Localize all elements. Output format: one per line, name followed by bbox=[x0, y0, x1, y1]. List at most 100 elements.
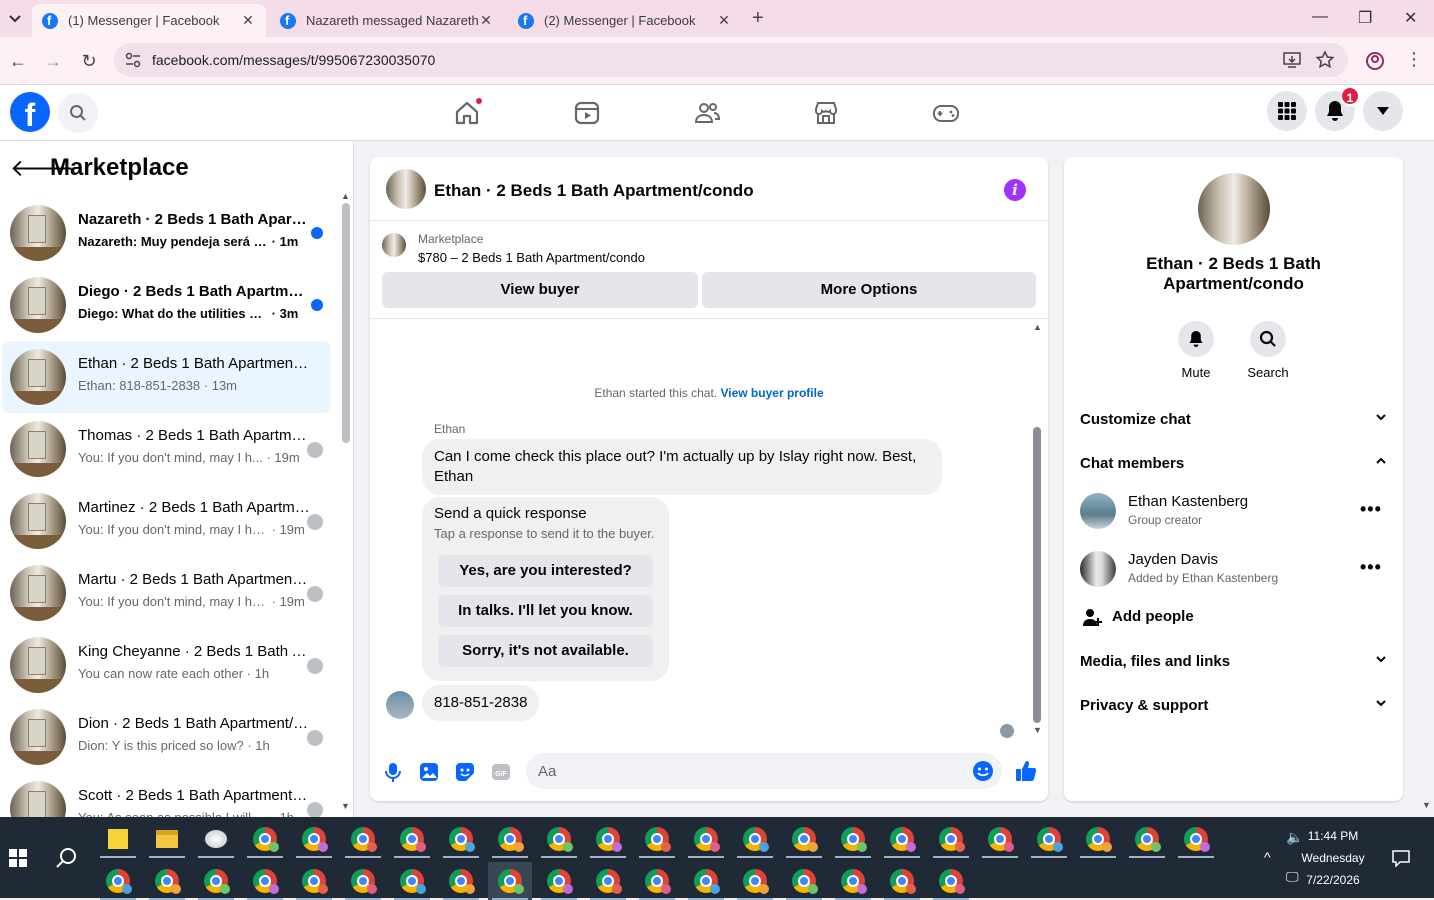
facebook-logo-icon[interactable]: f bbox=[10, 92, 50, 133]
media-files-row[interactable]: Media, files and links bbox=[1080, 653, 1387, 670]
conversation-item[interactable]: Scott · 2 Beds 1 Bath Apartment/condo You… bbox=[2, 773, 331, 817]
listing-price[interactable]: $780 – 2 Beds 1 Bath Apartment/condo bbox=[418, 250, 645, 265]
taskbar-chrome-window[interactable] bbox=[586, 820, 630, 858]
search-in-conversation-button[interactable] bbox=[1250, 321, 1286, 357]
account-menu-button[interactable] bbox=[1363, 91, 1403, 131]
avatar[interactable] bbox=[10, 421, 66, 477]
clock-day[interactable]: Wednesday bbox=[1300, 851, 1366, 865]
emoji-icon[interactable] bbox=[972, 760, 994, 782]
system-tray-chevron-icon[interactable]: ^ bbox=[1264, 849, 1271, 865]
close-tab-icon[interactable]: ✕ bbox=[240, 12, 256, 29]
more-options-icon[interactable]: ••• bbox=[1360, 499, 1382, 520]
taskbar-chrome-window[interactable] bbox=[390, 820, 434, 858]
taskbar-chrome-window[interactable] bbox=[390, 862, 434, 900]
taskbar-chrome-window[interactable] bbox=[292, 820, 336, 858]
view-buyer-button[interactable]: View buyer bbox=[382, 272, 698, 308]
taskbar-chrome-window[interactable] bbox=[880, 820, 924, 858]
chat-title[interactable]: Ethan · 2 Beds 1 Bath Apartment/condo bbox=[434, 181, 754, 201]
avatar[interactable] bbox=[10, 205, 66, 261]
gaming-icon[interactable] bbox=[932, 99, 960, 127]
back-arrow-icon[interactable]: 🡐 bbox=[10, 153, 74, 183]
avatar[interactable] bbox=[10, 493, 66, 549]
taskbar-chrome-window[interactable] bbox=[243, 862, 287, 900]
search-icon[interactable] bbox=[55, 847, 77, 869]
quick-response-option[interactable]: Yes, are you interested? bbox=[438, 555, 653, 587]
facebook-search-button[interactable] bbox=[58, 93, 98, 133]
taskbar-chrome-window[interactable] bbox=[929, 820, 973, 858]
install-app-icon[interactable] bbox=[1282, 50, 1302, 70]
mute-button[interactable] bbox=[1178, 321, 1214, 357]
taskbar-chrome-window[interactable] bbox=[439, 862, 483, 900]
network-icon[interactable]: 🖵 bbox=[1286, 869, 1299, 885]
avatar[interactable] bbox=[10, 349, 66, 405]
taskbar-chrome-window[interactable] bbox=[978, 820, 1022, 858]
bookmark-star-icon[interactable] bbox=[1315, 50, 1335, 70]
page-scroll-down-arrow-icon[interactable]: ▼ bbox=[1422, 800, 1431, 810]
taskbar-chrome-window[interactable] bbox=[880, 862, 924, 900]
taskbar-chrome-window[interactable] bbox=[341, 862, 385, 900]
conversation-item[interactable]: Ethan · 2 Beds 1 Bath Apartment/condo Eth… bbox=[2, 341, 331, 413]
restore-icon[interactable]: ❐ bbox=[1358, 8, 1372, 28]
scroll-down-arrow-icon[interactable]: ▼ bbox=[341, 801, 350, 811]
address-bar[interactable]: facebook.com/messages/t/995067230035070 bbox=[114, 43, 1348, 77]
avatar[interactable] bbox=[10, 709, 66, 765]
conversation-avatar[interactable] bbox=[1198, 173, 1270, 245]
new-tab-icon[interactable]: + bbox=[752, 7, 764, 30]
conversation-item[interactable]: Martinez · 2 Beds 1 Bath Apartment/condo… bbox=[2, 485, 331, 557]
thumbs-up-icon[interactable] bbox=[1014, 759, 1038, 783]
back-icon[interactable]: ← bbox=[6, 49, 30, 73]
search-action[interactable]: Search bbox=[1236, 321, 1300, 380]
taskbar-chrome-window[interactable] bbox=[488, 820, 532, 858]
member-row[interactable]: Jayden Davis Added by Ethan Kastenberg •… bbox=[1080, 549, 1387, 593]
scroll-up-arrow-icon[interactable]: ▲ bbox=[1033, 322, 1042, 332]
chat-members-row[interactable]: Chat members bbox=[1080, 455, 1387, 472]
taskbar-chrome-window[interactable] bbox=[929, 862, 973, 900]
video-icon[interactable] bbox=[573, 99, 601, 127]
taskbar-chrome-window[interactable] bbox=[782, 862, 826, 900]
taskbar-chrome-window[interactable] bbox=[243, 820, 287, 858]
taskbar-chrome-window[interactable] bbox=[733, 820, 777, 858]
taskbar-chrome-window[interactable] bbox=[194, 862, 238, 900]
browser-tab-1[interactable]: (1) Messenger | Facebook ✕ bbox=[32, 4, 266, 37]
taskbar-chrome-window[interactable] bbox=[488, 862, 532, 900]
quick-response-option[interactable]: In talks. I'll let you know. bbox=[438, 595, 653, 627]
taskbar-chrome-window[interactable] bbox=[439, 820, 483, 858]
avatar[interactable] bbox=[10, 781, 66, 817]
taskbar-chrome-window[interactable] bbox=[292, 862, 336, 900]
view-buyer-profile-link[interactable]: View buyer profile bbox=[720, 386, 823, 400]
scroll-up-arrow-icon[interactable]: ▲ bbox=[341, 191, 350, 201]
taskbar-sticky-notes[interactable] bbox=[96, 820, 140, 858]
reload-icon[interactable]: ↻ bbox=[77, 49, 101, 73]
taskbar-chrome-window[interactable] bbox=[96, 862, 140, 900]
add-people-row[interactable]: Add people bbox=[1080, 608, 1387, 626]
sidebar-scrollbar[interactable] bbox=[342, 203, 350, 443]
taskbar-chrome-window[interactable] bbox=[782, 820, 826, 858]
site-settings-icon[interactable] bbox=[124, 51, 142, 69]
conversation-item[interactable]: Thomas · 2 Beds 1 Bath Apartment/condo Yo… bbox=[2, 413, 331, 485]
avatar[interactable] bbox=[1080, 493, 1116, 529]
forward-icon[interactable]: → bbox=[41, 49, 65, 73]
conversation-item[interactable]: Martu · 2 Beds 1 Bath Apartment/condo You… bbox=[2, 557, 331, 629]
close-window-icon[interactable]: ✕ bbox=[1404, 8, 1417, 28]
taskbar-chrome-window[interactable] bbox=[831, 862, 875, 900]
windows-start-icon[interactable] bbox=[9, 849, 27, 867]
quick-response-option[interactable]: Sorry, it's not available. bbox=[438, 635, 653, 667]
avatar[interactable] bbox=[10, 277, 66, 333]
taskbar-chrome-window[interactable] bbox=[635, 820, 679, 858]
taskbar-chrome-window[interactable] bbox=[1174, 820, 1218, 858]
profile-icon[interactable] bbox=[1365, 51, 1385, 71]
taskbar-chrome-window[interactable] bbox=[145, 862, 189, 900]
chat-scrollbar[interactable] bbox=[1033, 427, 1041, 723]
chat-avatar[interactable] bbox=[386, 169, 426, 209]
gif-icon[interactable]: GIF bbox=[490, 761, 512, 783]
taskbar-chrome-window[interactable] bbox=[635, 862, 679, 900]
taskbar-file-explorer[interactable] bbox=[145, 820, 189, 858]
taskbar-chrome-window[interactable] bbox=[586, 862, 630, 900]
info-icon[interactable]: i bbox=[1004, 179, 1026, 201]
customize-chat-row[interactable]: Customize chat bbox=[1080, 411, 1387, 428]
close-tab-icon[interactable]: ✕ bbox=[716, 12, 732, 29]
clock-time[interactable]: 11:44 PM bbox=[1300, 829, 1366, 843]
browser-tab-3[interactable]: (2) Messenger | Facebook ✕ bbox=[508, 4, 742, 37]
minimize-icon[interactable]: — bbox=[1312, 8, 1328, 26]
more-options-button[interactable]: More Options bbox=[702, 272, 1036, 308]
